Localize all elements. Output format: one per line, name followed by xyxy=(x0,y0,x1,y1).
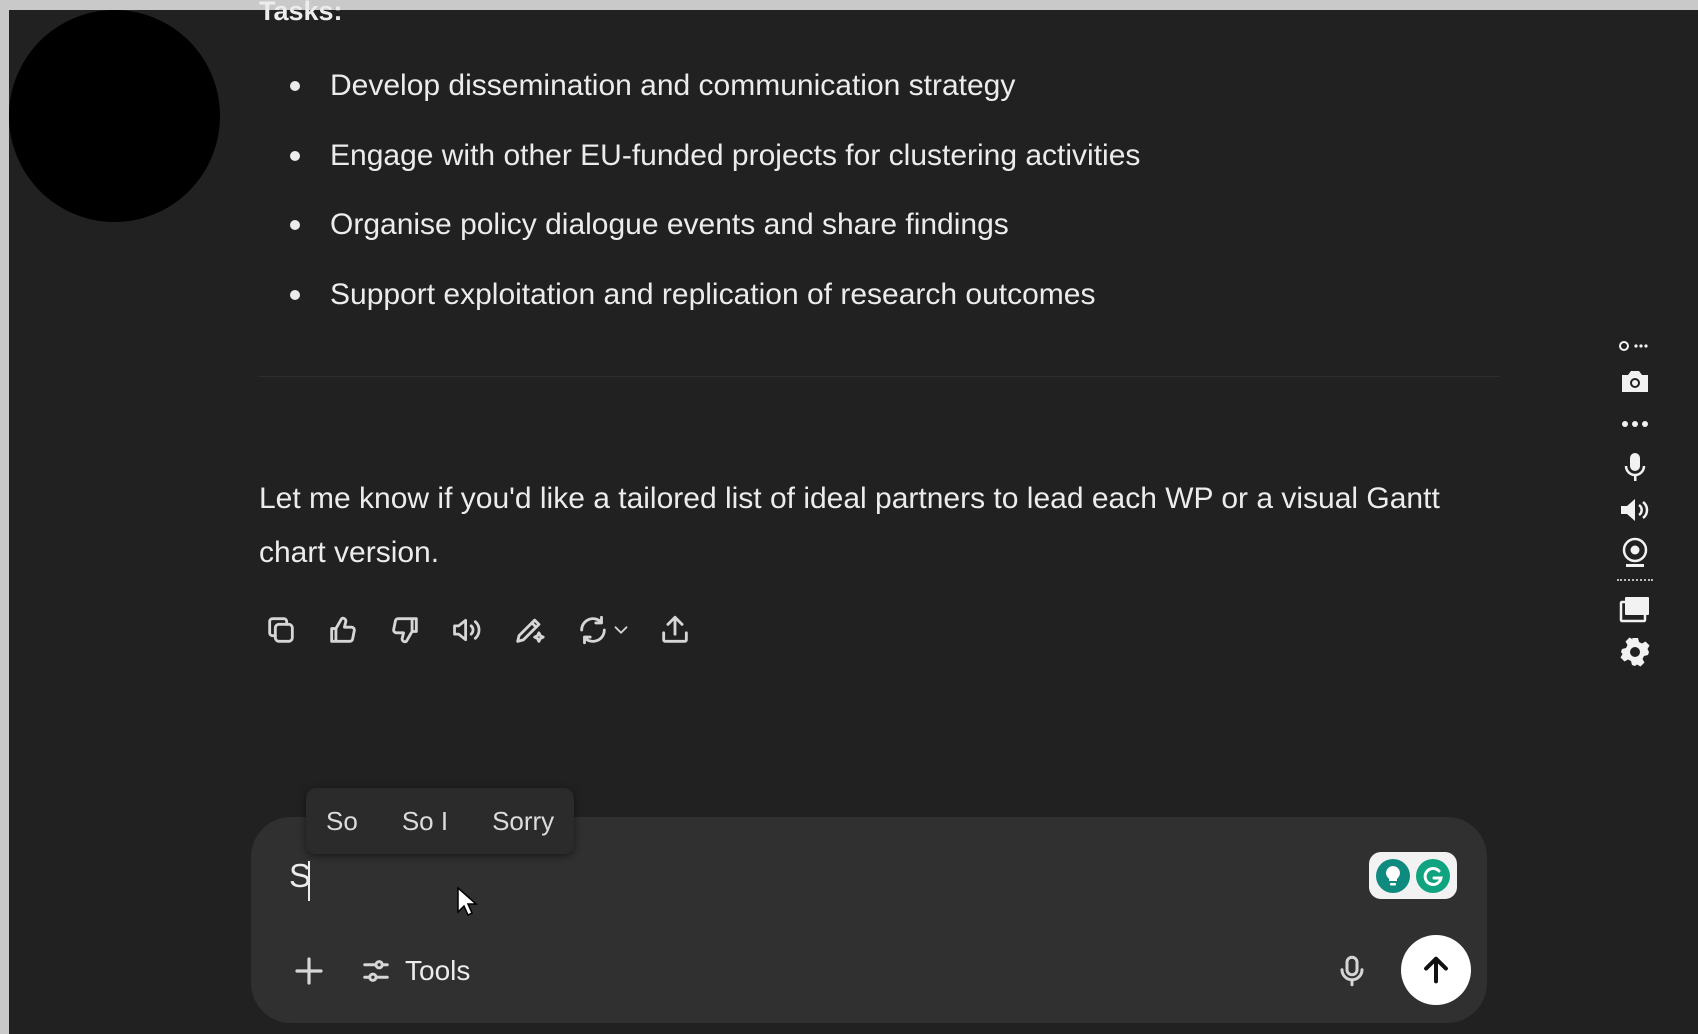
grammarly-g-icon xyxy=(1416,858,1450,893)
autocomplete-suggestions: So So I Sorry xyxy=(306,788,575,854)
camera-icon xyxy=(1622,371,1648,392)
regenerate-icon xyxy=(580,615,606,645)
more-icon xyxy=(1622,421,1648,427)
list-item: Engage with other EU-funded projects for… xyxy=(269,138,1140,208)
lightbulb-icon xyxy=(1376,858,1410,893)
thumbs-up-button[interactable] xyxy=(321,608,365,652)
plus-icon xyxy=(295,957,323,985)
divider xyxy=(259,376,1499,377)
send-button[interactable] xyxy=(1401,935,1471,1005)
toolbar-divider xyxy=(1617,579,1653,581)
suggestion-item[interactable]: So xyxy=(326,806,358,837)
assistant-follow-up-text: Let me know if you'd like a tailored lis… xyxy=(259,482,1440,569)
screen-window-button[interactable] xyxy=(1615,589,1655,629)
microphone-icon xyxy=(1340,955,1364,987)
edit-button[interactable] xyxy=(507,608,551,652)
speaker-icon xyxy=(1621,499,1649,521)
grammarly-widget[interactable] xyxy=(1369,852,1457,899)
avatar xyxy=(9,10,220,222)
speaker-toggle[interactable] xyxy=(1615,490,1655,530)
section-heading: Tasks: xyxy=(259,0,343,22)
window-icon xyxy=(1619,597,1649,623)
list-item: Organise policy dialogue events and shar… xyxy=(269,207,1140,277)
suggestion-item[interactable]: So I xyxy=(402,806,448,837)
dictate-button[interactable] xyxy=(1330,949,1374,993)
sliders-icon xyxy=(363,960,389,982)
copy-icon xyxy=(268,617,294,643)
webcam-toggle[interactable] xyxy=(1615,533,1655,573)
read-aloud-icon xyxy=(453,618,481,642)
tools-button[interactable]: Tools xyxy=(361,949,470,993)
microphone-toggle[interactable] xyxy=(1615,447,1655,487)
microphone-icon xyxy=(1624,453,1646,481)
task-list: Develop dissemination and communication … xyxy=(269,68,1140,346)
chevron-down-icon xyxy=(614,626,628,634)
arrow-up-icon xyxy=(1424,956,1448,984)
regenerate-button[interactable] xyxy=(569,608,639,652)
webcam-icon xyxy=(1622,537,1648,567)
mouse-cursor-icon xyxy=(457,886,478,917)
message-actions xyxy=(259,608,715,652)
camera-button[interactable] xyxy=(1615,361,1655,401)
thumbs-up-icon xyxy=(330,616,356,643)
thumbs-down-button[interactable] xyxy=(383,608,427,652)
list-item: Support exploitation and replication of … xyxy=(269,277,1140,347)
gear-icon xyxy=(1620,637,1650,667)
link-more-button[interactable] xyxy=(1615,335,1655,357)
list-item: Develop dissemination and communication … xyxy=(269,68,1140,138)
thumbs-down-icon xyxy=(392,617,418,644)
suggestion-item[interactable]: Sorry xyxy=(492,806,554,837)
recording-toolbar xyxy=(1603,335,1667,693)
tools-label: Tools xyxy=(405,955,471,986)
text-caret xyxy=(308,861,310,901)
more-button[interactable] xyxy=(1615,404,1655,444)
edit-icon xyxy=(516,618,545,643)
settings-button[interactable] xyxy=(1615,632,1655,672)
link-more-icon xyxy=(1619,341,1648,351)
add-attachment-button[interactable] xyxy=(289,951,329,991)
read-aloud-button[interactable] xyxy=(445,608,489,652)
share-icon xyxy=(662,615,688,643)
copy-button[interactable] xyxy=(259,608,303,652)
share-button[interactable] xyxy=(653,608,697,652)
